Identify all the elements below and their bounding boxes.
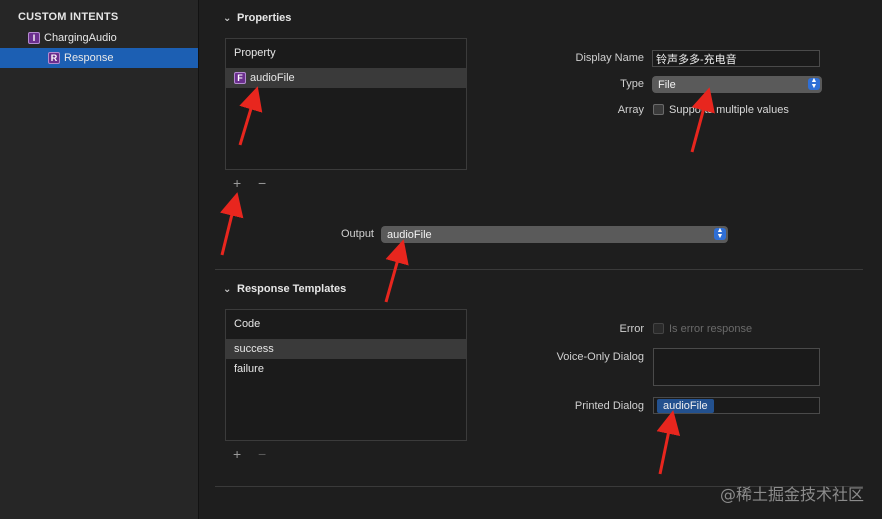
output-label: Output [340, 228, 374, 240]
code-row-failure[interactable]: failure [226, 359, 466, 379]
error-label: Error [619, 323, 644, 335]
type-label: Type [620, 78, 644, 90]
sidebar-item-charging-audio[interactable]: I ChargingAudio [0, 28, 198, 48]
display-name-label: Display Name [575, 52, 644, 64]
code-row-success[interactable]: success [226, 339, 466, 359]
is-error-response-label: Is error response [669, 323, 753, 335]
chevron-down-icon: ⌄ [223, 283, 232, 295]
sidebar-item-response[interactable]: R Response [0, 48, 198, 68]
type-popup-value: File [658, 78, 676, 91]
properties-section-header[interactable]: ⌄ Properties [223, 12, 291, 24]
intent-editor: ⌄ Properties Property F audioFile + − Di… [199, 0, 882, 519]
properties-title: Properties [237, 12, 292, 24]
is-error-response-checkbox[interactable] [653, 323, 664, 334]
code-row-label: failure [234, 363, 264, 375]
code-row-label: success [234, 343, 274, 355]
sidebar-item-label: ChargingAudio [44, 32, 117, 44]
chevron-updown-icon: ▲ ▼ [808, 77, 820, 90]
section-divider [215, 269, 863, 270]
property-list-header: Property [234, 47, 276, 59]
add-property-button[interactable]: + [233, 175, 241, 191]
code-list: Code success failure [225, 309, 467, 441]
property-list: Property F audioFile [225, 38, 467, 170]
field-badge-icon: F [234, 72, 246, 84]
watermark: @稀土掘金技术社区 [719, 485, 864, 504]
output-popup[interactable]: audioFile ▲ ▼ [381, 226, 728, 243]
sidebar-item-label: Response [64, 52, 114, 64]
property-row-label: audioFile [250, 72, 295, 84]
supports-multiple-values-label: Supports multiple values [669, 104, 789, 116]
code-list-header: Code [234, 318, 261, 330]
remove-code-button[interactable]: − [258, 446, 266, 462]
chevron-updown-icon: ▲ ▼ [714, 227, 726, 240]
chevron-down-icon: ⌄ [223, 12, 232, 24]
output-popup-value: audioFile [387, 228, 432, 241]
display-name-field[interactable]: 铃声多多-充电音 [652, 50, 820, 67]
sidebar: CUSTOM INTENTS I ChargingAudio R Respons… [0, 0, 199, 519]
response-templates-section-header[interactable]: ⌄ Response Templates [223, 283, 346, 295]
response-badge-icon: R [48, 52, 60, 64]
array-label: Array [617, 104, 644, 116]
supports-multiple-values-checkbox[interactable] [653, 104, 664, 115]
add-code-button[interactable]: + [233, 446, 241, 462]
voice-only-dialog-field[interactable] [653, 348, 820, 386]
remove-property-button[interactable]: − [258, 175, 266, 191]
printed-dialog-token[interactable]: audioFile [657, 398, 714, 413]
type-popup[interactable]: File ▲ ▼ [652, 76, 822, 93]
printed-dialog-label: Printed Dialog [574, 400, 644, 412]
intent-badge-icon: I [28, 32, 40, 44]
printed-dialog-field[interactable]: audioFile [653, 397, 820, 414]
response-templates-title: Response Templates [237, 283, 347, 295]
property-row-audiofile[interactable]: F audioFile [226, 68, 466, 88]
voice-only-dialog-label: Voice-Only Dialog [556, 351, 644, 363]
sidebar-header: CUSTOM INTENTS [18, 11, 119, 23]
